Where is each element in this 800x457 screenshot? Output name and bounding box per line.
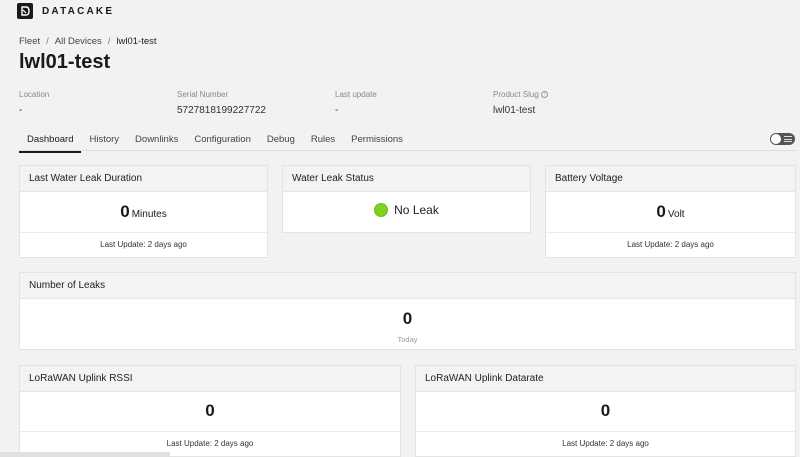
meta-label: Location [19, 90, 50, 99]
toggle-knob [771, 134, 781, 144]
tab-configuration[interactable]: Configuration [186, 129, 259, 151]
widget-title: Number of Leaks [20, 273, 795, 299]
widget-footer: Last Update: 2 days ago [20, 431, 400, 448]
breadcrumb-separator: / [46, 36, 49, 47]
widget-title: Battery Voltage [546, 166, 795, 192]
meta-value: lwl01-test [493, 105, 536, 116]
status-indicator-icon [374, 203, 389, 217]
breadcrumb-current: lwl01-test [116, 36, 157, 47]
list-icon [784, 136, 792, 142]
widget-lorawan-datarate: LoRaWAN Uplink Datarate 0 Last Update: 2… [415, 365, 796, 457]
datacake-logo-icon[interactable] [17, 3, 33, 19]
widget-title: Water Leak Status [283, 166, 530, 192]
widget-title: Last Water Leak Duration [20, 166, 267, 192]
widget-footer: Last Update: 2 days ago [20, 232, 267, 249]
value-unit: Minutes [131, 209, 167, 220]
widget-lorawan-rssi: LoRaWAN Uplink RSSI 0 Last Update: 2 day… [19, 365, 401, 457]
widget-battery-voltage: Battery Voltage 0 Volt Last Update: 2 day… [545, 165, 796, 258]
page-title: lwl01-test [19, 51, 111, 73]
meta-value: - [19, 105, 23, 116]
status-text: No Leak [394, 203, 439, 217]
widget-number-of-leaks: Number of Leaks 0 Today [19, 272, 796, 350]
widget-value: 0 Minutes [20, 202, 267, 222]
widget-sub-label: Today [397, 335, 418, 344]
meta-value: - [335, 105, 339, 116]
widget-leak-status: Water Leak Status No Leak [282, 165, 531, 233]
meta-label: Product Slug ? [493, 90, 549, 99]
meta-location: Location - [19, 90, 49, 116]
breadcrumb-fleet[interactable]: Fleet [19, 36, 40, 47]
meta-last-update: Last update - [335, 90, 377, 116]
tab-downlinks[interactable]: Downlinks [127, 129, 186, 151]
breadcrumb-all-devices[interactable]: All Devices [55, 36, 102, 47]
widget-value: 0 Volt [546, 202, 795, 222]
status-row: No Leak [283, 203, 530, 217]
brand-name: DATACAKE [42, 5, 115, 17]
meta-label-text: Product Slug [493, 90, 539, 99]
widget-title: LoRaWAN Uplink RSSI [20, 366, 400, 392]
meta-label: Last update [335, 90, 377, 99]
tab-history[interactable]: History [81, 129, 127, 151]
breadcrumb-separator: / [107, 36, 111, 47]
value-unit: Volt [667, 209, 685, 220]
tab-rules[interactable]: Rules [303, 129, 343, 151]
help-icon[interactable]: ? [541, 91, 549, 99]
widget-footer: Last Update: 2 days ago [546, 232, 795, 249]
browser-status-bar [0, 452, 170, 457]
tab-bar: Dashboard History Downlinks Configuratio… [19, 129, 797, 153]
widget-footer: Last Update: 2 days ago [416, 431, 795, 448]
widget-value: 0 [402, 309, 413, 328]
value-number: 0 [120, 202, 130, 221]
value-number: 0 [656, 202, 666, 221]
breadcrumb: Fleet / All Devices / lwl01-test [19, 36, 157, 47]
widget-title: LoRaWAN Uplink Datarate [416, 366, 795, 392]
meta-value: 5727818199227722 [177, 105, 266, 116]
tab-permissions[interactable]: Permissions [343, 129, 411, 151]
widget-leak-duration: Last Water Leak Duration 0 Minutes Last U… [19, 165, 268, 258]
widget-value: 0 [600, 401, 611, 420]
meta-label: Serial Number [177, 90, 229, 99]
edit-mode-toggle[interactable] [770, 133, 795, 145]
tab-debug[interactable]: Debug [259, 129, 303, 151]
meta-serial-number: Serial Number 5727818199227722 [177, 90, 266, 116]
widget-value: 0 [205, 401, 215, 420]
meta-product-slug: Product Slug ? lwl01-test [493, 90, 549, 116]
tab-dashboard[interactable]: Dashboard [19, 129, 82, 153]
top-bar: DATACAKE [0, 0, 800, 22]
